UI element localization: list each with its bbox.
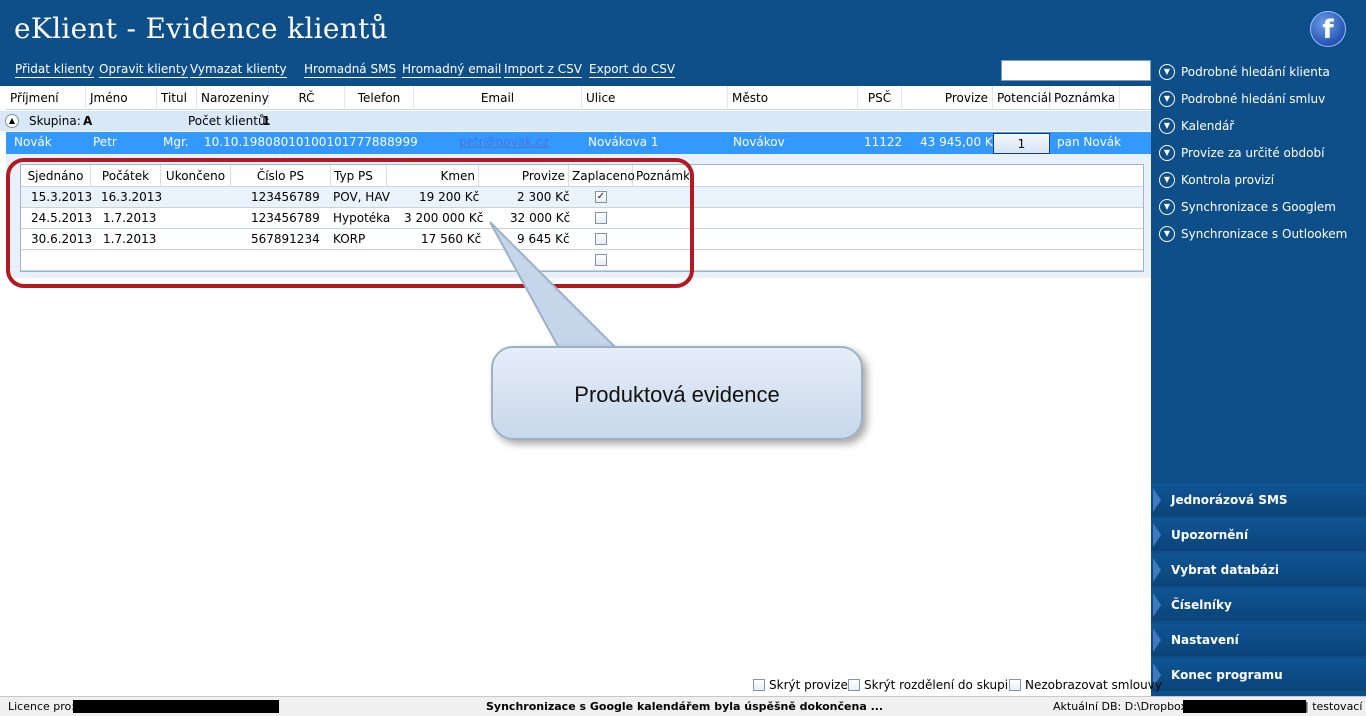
exit-program-button[interactable]: Konec programu — [1151, 659, 1366, 691]
hide-contracts-label: Nezobrazovat smlouvy — [1025, 678, 1162, 692]
search-input[interactable] — [1001, 60, 1151, 81]
group-row: ▲ Skupina: A Počet klientů: 1 — [0, 111, 1151, 131]
col-potential[interactable]: Potenciál — [993, 86, 1051, 110]
facebook-icon[interactable]: f — [1310, 11, 1346, 47]
cell-street: Novákova 1 — [588, 135, 659, 149]
cell-birthday: 10.10.1980 — [204, 135, 273, 149]
sidebar: ▼ Podrobné hledání klienta ▼ Podrobné hled… — [1151, 56, 1366, 696]
client-count-value: 1 — [262, 114, 271, 128]
select-database-button[interactable]: Vybrat databázi — [1151, 554, 1366, 586]
chevron-down-icon: ▼ — [1159, 145, 1175, 161]
chevron-down-icon: ▼ — [1159, 118, 1175, 134]
sidebar-item-commission-check[interactable]: ▼ Kontrola provizí — [1159, 170, 1274, 190]
cell-note: pan Novák — [1057, 135, 1122, 149]
hide-groups-option[interactable]: Skrýt rozdělení do skupin — [848, 676, 1016, 694]
hide-groups-label: Skrýt rozdělení do skupin — [864, 678, 1016, 692]
sidebar-item-outlook-sync[interactable]: ▼ Synchronizace s Outlookem — [1159, 224, 1347, 244]
annotation-callout: Produktová evidence — [491, 346, 863, 440]
group-value: A — [83, 114, 93, 128]
cell-psc: 11122 — [864, 135, 903, 149]
title-bar: eKlient - Evidence klientů f — [0, 0, 1366, 56]
chevron-down-icon: ▼ — [1159, 91, 1175, 107]
col-street[interactable]: Ulice — [582, 86, 728, 110]
sidebar-item-commission-period[interactable]: ▼ Provize za určité období — [1159, 143, 1324, 163]
sidebar-item-google-sync[interactable]: ▼ Synchronizace s Googlem — [1159, 197, 1336, 217]
delete-clients-button[interactable]: Vymazat klienty — [190, 62, 287, 78]
cell-email-link[interactable]: petr@novak.cz — [459, 135, 549, 149]
sidebar-item-label: Synchronizace s Googlem — [1181, 200, 1336, 214]
cell-city: Novákov — [733, 135, 785, 149]
cell-phone: 777888999 — [349, 135, 418, 149]
toolbar: Přidat klienty Opravit klienty Vymazat k… — [0, 56, 1151, 86]
settings-button[interactable]: Nastavení — [1151, 624, 1366, 656]
current-db-label: Aktuální DB: D:\Dropbox — [1053, 700, 1187, 713]
sidebar-item-label: Kalendář — [1181, 119, 1235, 133]
sidebar-item-contract-search[interactable]: ▼ Podrobné hledání smluv — [1159, 89, 1325, 109]
group-label: Skupina: — [29, 114, 81, 128]
edit-clients-button[interactable]: Opravit klienty — [99, 62, 188, 78]
col-surname[interactable]: Příjmení — [6, 86, 86, 110]
export-csv-button[interactable]: Export do CSV — [589, 62, 676, 78]
col-title[interactable]: Titul — [157, 86, 197, 110]
codebooks-button[interactable]: Číselníky — [1151, 589, 1366, 621]
bulk-email-button[interactable]: Hromadný email — [402, 62, 502, 78]
chevron-down-icon: ▼ — [1159, 226, 1175, 242]
col-commission[interactable]: Provize — [902, 86, 993, 110]
single-sms-button[interactable]: Jednorázová SMS — [1151, 484, 1366, 516]
add-clients-button[interactable]: Přidat klienty — [15, 62, 95, 78]
hide-contracts-option[interactable]: Nezobrazovat smlouvy — [1009, 676, 1162, 694]
hide-commission-option[interactable]: Skrýt provize — [753, 676, 848, 694]
bulk-sms-button[interactable]: Hromadná SMS — [304, 62, 397, 78]
hide-groups-checkbox[interactable] — [848, 679, 860, 691]
col-birthday[interactable]: Narozeniny — [197, 86, 269, 110]
client-grid-header: Příjmení Jméno Titul Narozeniny RČ Telef… — [6, 86, 1151, 110]
highlight-frame — [6, 158, 694, 288]
sidebar-item-label: Podrobné hledání klienta — [1181, 65, 1330, 79]
callout-text: Produktová evidence — [574, 382, 780, 407]
col-name[interactable]: Jméno — [86, 86, 157, 110]
col-psc[interactable]: PSČ — [858, 86, 902, 110]
sidebar-item-label: Synchronizace s Outlookem — [1181, 227, 1348, 241]
current-db-suffix: | testovací — [1305, 700, 1363, 713]
sidebar-item-label: Podrobné hledání smluv — [1181, 92, 1326, 106]
hide-commission-checkbox[interactable] — [753, 679, 765, 691]
table-row[interactable]: Novák Petr Mgr. 10.10.1980 8010100101 77… — [6, 132, 1151, 154]
sidebar-item-label: Kontrola provizí — [1181, 173, 1275, 187]
cell-rc: 8010100101 — [273, 135, 350, 149]
cell-surname: Novák — [14, 135, 52, 149]
col-note[interactable]: Poznámka — [1050, 86, 1120, 110]
client-count-label: Počet klientů: — [188, 114, 270, 128]
chevron-down-icon: ▼ — [1159, 64, 1175, 80]
sidebar-item-calendar[interactable]: ▼ Kalendář — [1159, 116, 1234, 136]
col-rc[interactable]: RČ — [269, 86, 345, 110]
import-csv-button[interactable]: Import z CSV — [504, 62, 582, 78]
sidebar-item-label: Provize za určité období — [1181, 146, 1325, 160]
cell-name: Petr — [93, 135, 117, 149]
notifications-button[interactable]: Upozornění — [1151, 519, 1366, 551]
redacted-db-path — [1183, 700, 1306, 713]
chevron-down-icon: ▼ — [1159, 199, 1175, 215]
cell-title: Mgr. — [163, 135, 189, 149]
col-city[interactable]: Město — [728, 86, 858, 110]
status-message: Synchronizace s Google kalendářem byla ú… — [486, 700, 884, 713]
redacted-license — [73, 700, 279, 713]
status-bar: Licence pro: Synchronizace s Google kale… — [0, 696, 1366, 716]
cell-commission: 43 945,00 Kč — [920, 135, 1000, 149]
hide-commission-label: Skrýt provize — [769, 678, 848, 692]
chevron-down-icon: ▼ — [1159, 172, 1175, 188]
app-title: eKlient - Evidence klientů — [14, 12, 388, 45]
license-label: Licence pro: — [8, 700, 75, 713]
sidebar-item-client-search[interactable]: ▼ Podrobné hledání klienta — [1159, 62, 1330, 82]
col-phone[interactable]: Telefon — [345, 86, 414, 110]
collapse-group-icon[interactable]: ▲ — [5, 114, 19, 128]
col-email[interactable]: Email — [414, 86, 582, 110]
potential-field[interactable]: 1 — [993, 133, 1050, 154]
hide-contracts-checkbox[interactable] — [1009, 679, 1021, 691]
